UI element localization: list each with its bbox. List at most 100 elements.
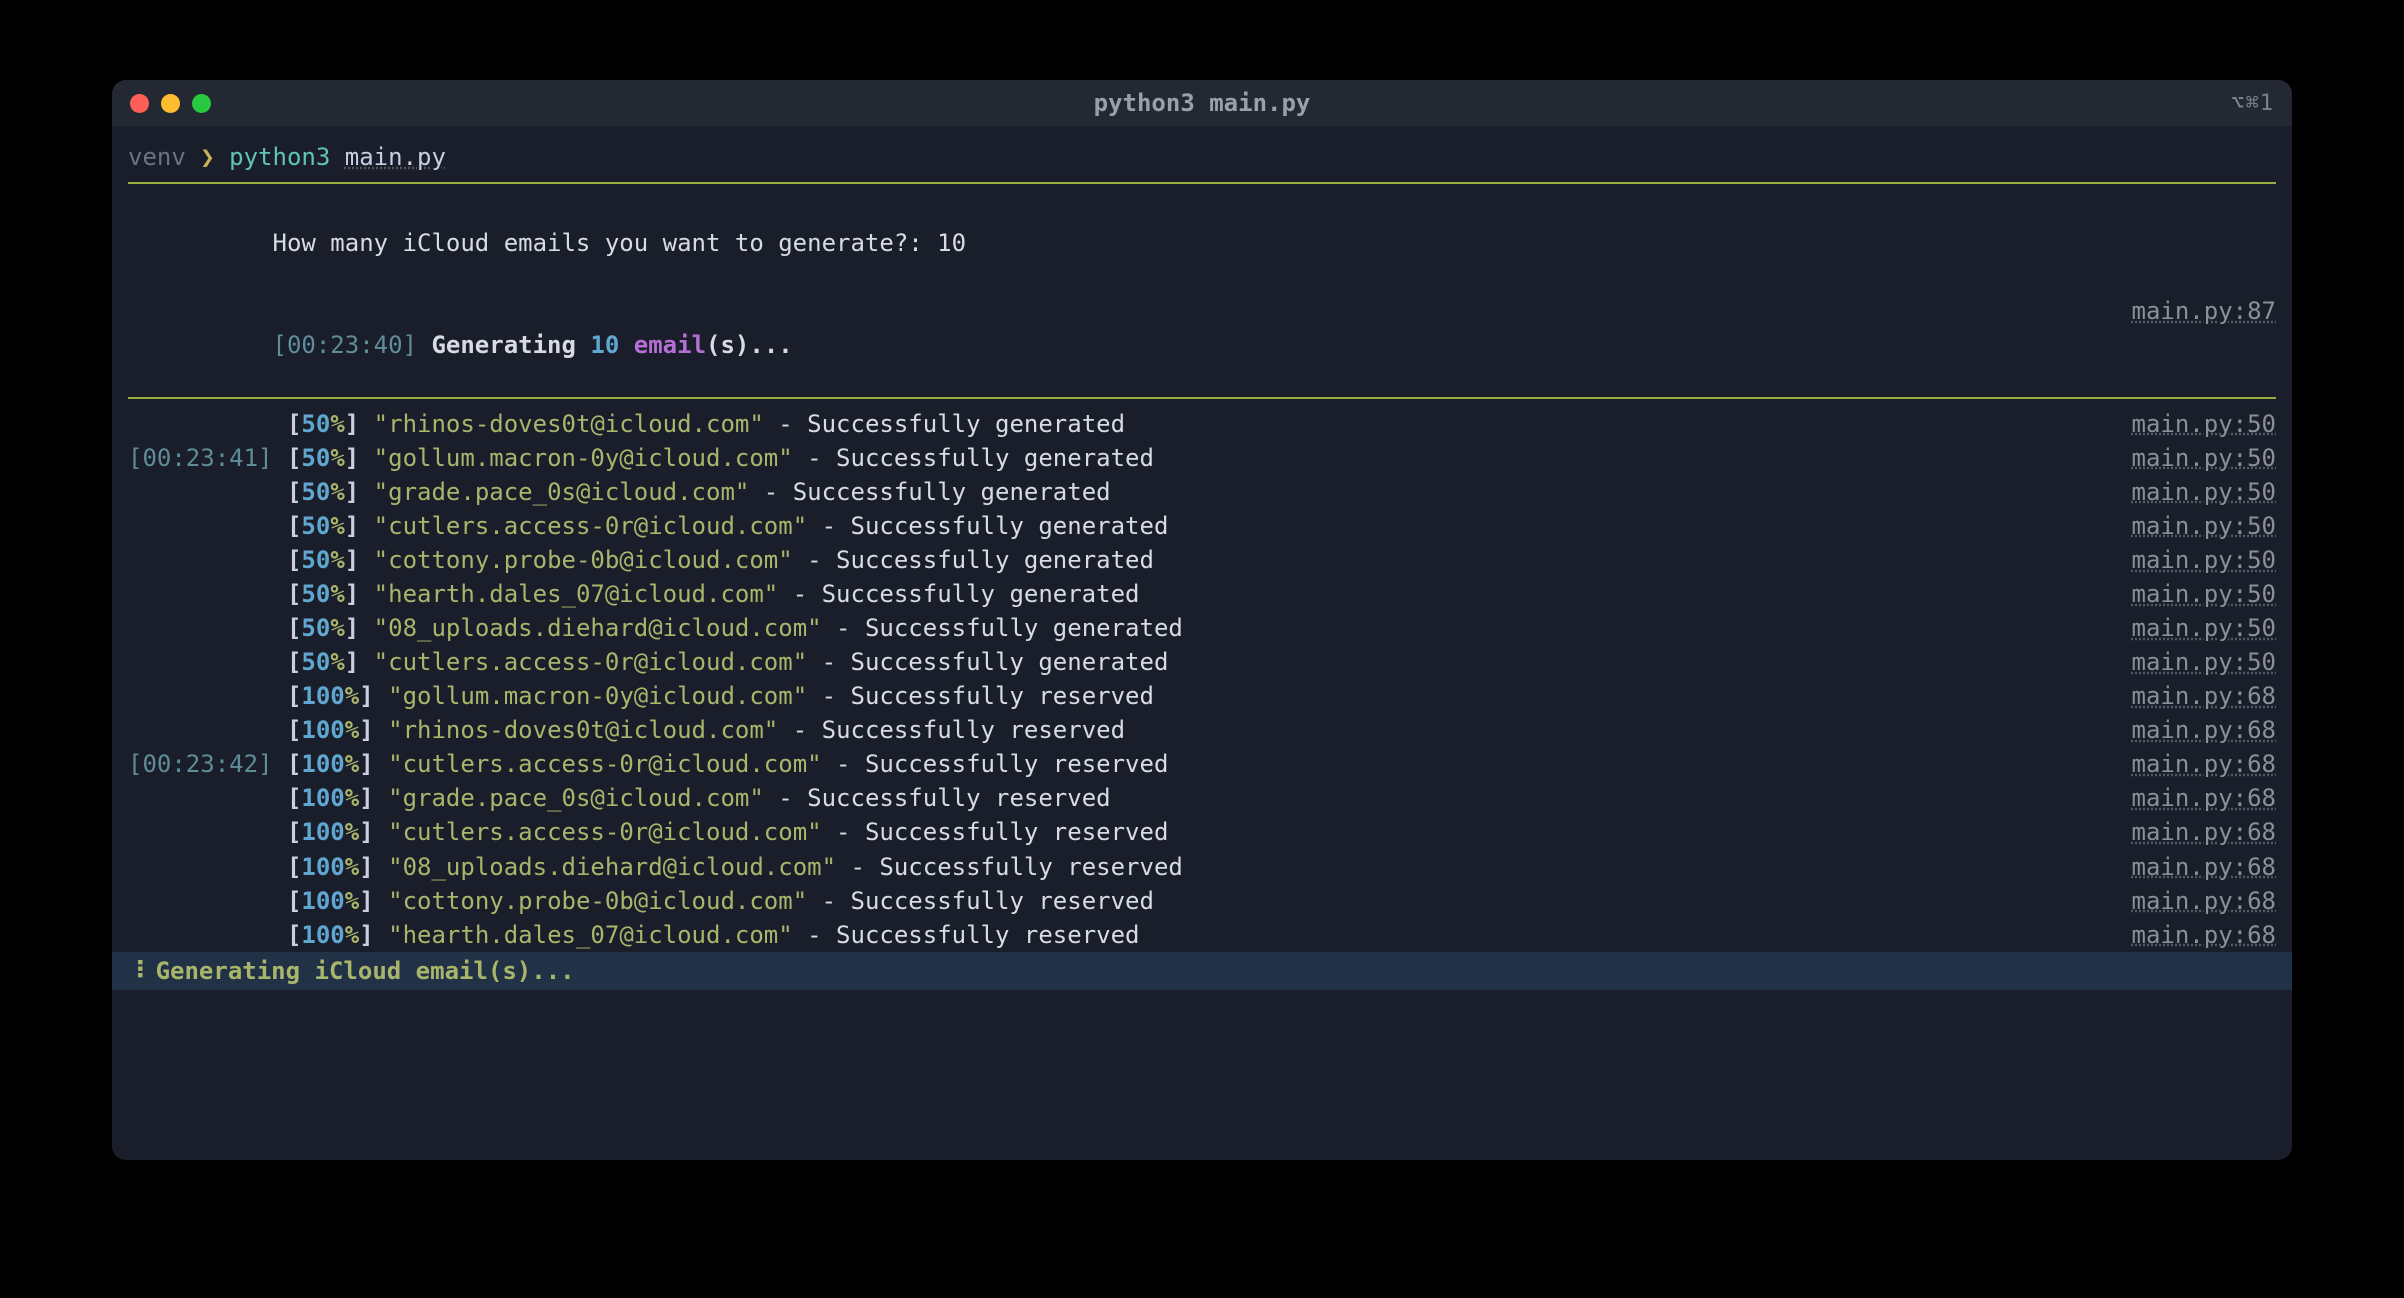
- status-text: - Successfully reserved: [822, 818, 1169, 846]
- shell-prompt: venv ❯ python3 main.py: [112, 136, 2292, 182]
- percent-sign: %: [330, 444, 344, 472]
- timestamp: [128, 682, 273, 710]
- bracket-open: [: [287, 716, 301, 744]
- status-text: - Successfully generated: [778, 580, 1139, 608]
- log-row: [100%] "gollum.macron-0y@icloud.com" - S…: [128, 679, 2276, 713]
- email-address: "cutlers.access-0r@icloud.com": [388, 750, 821, 778]
- bracket-close: ]: [359, 682, 373, 710]
- email-keyword: email: [634, 331, 706, 359]
- bracket-open: [: [287, 750, 301, 778]
- window-title: python3 main.py: [112, 89, 2292, 117]
- bracket-close: ]: [359, 887, 373, 915]
- status-text: - Successfully reserved: [793, 921, 1140, 949]
- percent-sign: %: [330, 648, 344, 676]
- prompt-chevron-icon: ❯: [200, 143, 214, 171]
- timestamp: [00:23:40]: [273, 331, 418, 359]
- terminal-body[interactable]: venv ❯ python3 main.py How many iCloud e…: [112, 126, 2292, 1160]
- source-ref: main.py:68: [2132, 884, 2277, 918]
- log-row: [100%] "08_uploads.diehard@icloud.com" -…: [128, 850, 2276, 884]
- percent-sign: %: [345, 750, 359, 778]
- timestamp: [128, 921, 273, 949]
- status-text: - Successfully reserved: [822, 750, 1169, 778]
- terminal-window: python3 main.py ⌥⌘1 venv ❯ python3 main.…: [112, 80, 2292, 1160]
- bracket-open: [: [287, 853, 301, 881]
- status-text: Generating iCloud email(s)...: [156, 954, 575, 988]
- status-text: - Successfully generated: [749, 478, 1110, 506]
- percent-sign: %: [330, 580, 344, 608]
- bracket-open: [: [287, 512, 301, 540]
- bracket-close: ]: [345, 614, 359, 642]
- email-address: "hearth.dales_07@icloud.com": [374, 580, 779, 608]
- status-text: - Successfully generated: [793, 546, 1154, 574]
- timestamp: [128, 853, 273, 881]
- bracket-close: ]: [359, 750, 373, 778]
- timestamp: [128, 784, 273, 812]
- pane-shortcut: ⌥⌘1: [2231, 91, 2274, 116]
- source-ref: main.py:68: [2132, 747, 2277, 781]
- percent-value: 50: [301, 648, 330, 676]
- log-row: [50%] "rhinos-doves0t@icloud.com" - Succ…: [128, 407, 2276, 441]
- email-address: "08_uploads.diehard@icloud.com": [388, 853, 836, 881]
- percent-value: 100: [301, 853, 344, 881]
- bracket-close: ]: [359, 818, 373, 846]
- source-ref: main.py:68: [2132, 918, 2277, 952]
- source-ref: main.py:68: [2132, 850, 2277, 884]
- command-binary: python3: [229, 143, 330, 171]
- status-text: - Successfully generated: [807, 512, 1168, 540]
- generating-count: 10: [590, 331, 619, 359]
- bracket-close: ]: [359, 784, 373, 812]
- percent-sign: %: [345, 784, 359, 812]
- timestamp: [128, 818, 273, 846]
- percent-value: 100: [301, 750, 344, 778]
- timestamp: [128, 614, 273, 642]
- percent-sign: %: [330, 546, 344, 574]
- timestamp: [128, 648, 273, 676]
- bracket-open: [: [287, 887, 301, 915]
- source-ref: main.py:68: [2132, 713, 2277, 747]
- timestamp: [128, 580, 273, 608]
- percent-value: 50: [301, 580, 330, 608]
- percent-value: 100: [301, 818, 344, 846]
- email-address: "grade.pace_0s@icloud.com": [374, 478, 750, 506]
- bracket-open: [: [287, 784, 301, 812]
- maximize-icon[interactable]: [192, 94, 211, 113]
- email-address: "cottony.probe-0b@icloud.com": [388, 887, 807, 915]
- percent-value: 50: [301, 614, 330, 642]
- source-ref: main.py:50: [2132, 543, 2277, 577]
- bracket-close: ]: [345, 478, 359, 506]
- status-text: - Successfully reserved: [836, 853, 1183, 881]
- bracket-open: [: [287, 921, 301, 949]
- status-text: - Successfully generated: [822, 614, 1183, 642]
- timestamp: [128, 716, 273, 744]
- email-address: "gollum.macron-0y@icloud.com": [374, 444, 793, 472]
- log-row: [50%] "cutlers.access-0r@icloud.com" - S…: [128, 645, 2276, 679]
- log-row: [100%] "cottony.probe-0b@icloud.com" - S…: [128, 884, 2276, 918]
- source-ref: main.py:50: [2132, 611, 2277, 645]
- bracket-close: ]: [345, 648, 359, 676]
- traffic-lights: [130, 94, 211, 113]
- question-text: How many iCloud emails you want to gener…: [273, 229, 938, 257]
- timestamp: [128, 410, 273, 438]
- bracket-open: [: [287, 478, 301, 506]
- source-ref: main.py:68: [2132, 815, 2277, 849]
- source-ref: main.py:50: [2132, 407, 2277, 441]
- percent-value: 50: [301, 512, 330, 540]
- email-address: "cutlers.access-0r@icloud.com": [388, 818, 821, 846]
- bracket-open: [: [287, 410, 301, 438]
- log-row: [100%] "cutlers.access-0r@icloud.com" - …: [128, 815, 2276, 849]
- log-row: [50%] "cutlers.access-0r@icloud.com" - S…: [128, 509, 2276, 543]
- bracket-close: ]: [345, 410, 359, 438]
- percent-value: 100: [301, 682, 344, 710]
- close-icon[interactable]: [130, 94, 149, 113]
- minimize-icon[interactable]: [161, 94, 180, 113]
- source-ref: main.py:68: [2132, 781, 2277, 815]
- email-address: "grade.pace_0s@icloud.com": [388, 784, 764, 812]
- log-row: [50%] "08_uploads.diehard@icloud.com" - …: [128, 611, 2276, 645]
- percent-sign: %: [330, 478, 344, 506]
- bracket-close: ]: [345, 546, 359, 574]
- log-row: [50%] "cottony.probe-0b@icloud.com" - Su…: [128, 543, 2276, 577]
- percent-value: 100: [301, 716, 344, 744]
- status-text: - Successfully reserved: [778, 716, 1125, 744]
- timestamp: [128, 546, 273, 574]
- generating-word: Generating: [431, 331, 576, 359]
